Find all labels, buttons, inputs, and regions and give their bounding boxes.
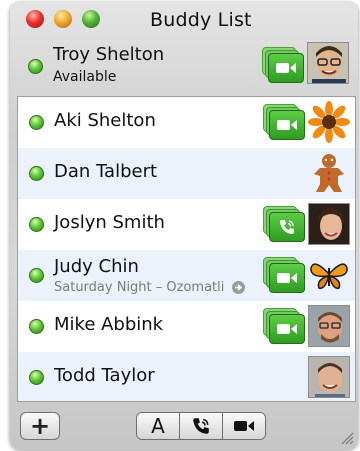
- video-chat-button[interactable]: [223, 413, 265, 439]
- flower-avatar: [308, 101, 350, 143]
- title-bar[interactable]: Buddy List: [10, 2, 358, 36]
- audio-chat-button[interactable]: [180, 413, 223, 439]
- video-camera-icon[interactable]: [263, 308, 305, 344]
- buddy-name: Dan Talbert: [54, 161, 158, 182]
- available-status-icon: [29, 166, 44, 181]
- butterfly-avatar: [308, 254, 350, 296]
- video-camera-icon: [262, 47, 304, 83]
- bottom-toolbar: + A: [10, 404, 358, 449]
- buddy-row[interactable]: Todd Taylor: [18, 352, 355, 401]
- buddy-name: Mike Abbink: [54, 314, 164, 335]
- my-avatar[interactable]: [307, 42, 349, 84]
- text-chat-button[interactable]: A: [137, 413, 180, 439]
- joslyn-avatar: [308, 203, 350, 245]
- available-status-icon: [29, 268, 44, 283]
- chat-action-segment: A: [136, 412, 266, 440]
- buddy-name: Aki Shelton: [54, 110, 156, 131]
- available-status-icon: [29, 115, 44, 130]
- buddy-name: Judy Chin: [54, 256, 139, 277]
- my-status-row[interactable]: Troy Shelton Available: [10, 38, 358, 94]
- text-chat-label: A: [151, 414, 165, 438]
- minimize-button[interactable]: [54, 10, 72, 28]
- video-camera-icon[interactable]: [263, 104, 305, 140]
- buddy-row[interactable]: Joslyn Smith: [18, 199, 355, 250]
- available-status-icon: [29, 319, 44, 334]
- buddy-row[interactable]: Aki Shelton: [18, 97, 355, 148]
- phone-audio-icon: [193, 418, 209, 434]
- available-status-icon: [29, 370, 44, 385]
- available-status-icon: [28, 59, 43, 74]
- video-camera-icon: [234, 421, 254, 431]
- buddy-row[interactable]: Dan Talbert: [18, 148, 355, 199]
- add-buddy-button[interactable]: +: [20, 412, 60, 440]
- buddy-list[interactable]: Aki Shelton Dan Talbert Joslyn Smith Jud…: [17, 96, 356, 402]
- buddy-row[interactable]: Judy Chin Saturday Night – Ozomatli: [18, 250, 355, 301]
- buddy-row[interactable]: Mike Abbink: [18, 301, 355, 352]
- gingerbread-avatar: [308, 152, 350, 194]
- todd-avatar: [308, 356, 350, 398]
- buddy-name: Joslyn Smith: [54, 212, 165, 233]
- window-title: Buddy List: [150, 9, 252, 31]
- available-status-icon: [29, 217, 44, 232]
- resize-grip-icon[interactable]: [340, 431, 354, 445]
- my-status-text[interactable]: Available: [53, 69, 116, 85]
- arrow-right-icon[interactable]: [232, 281, 245, 294]
- buddy-name: Todd Taylor: [54, 365, 155, 386]
- close-button[interactable]: [26, 10, 44, 28]
- mike-avatar: [308, 305, 350, 347]
- buddy-status-message: Saturday Night – Ozomatli: [54, 280, 225, 295]
- phone-audio-icon[interactable]: [263, 206, 305, 242]
- video-camera-icon[interactable]: [263, 257, 305, 293]
- zoom-button[interactable]: [82, 10, 100, 28]
- buddy-list-window: Buddy List Troy Shelton Available Aki Sh…: [10, 2, 358, 449]
- my-name: Troy Shelton: [53, 44, 165, 65]
